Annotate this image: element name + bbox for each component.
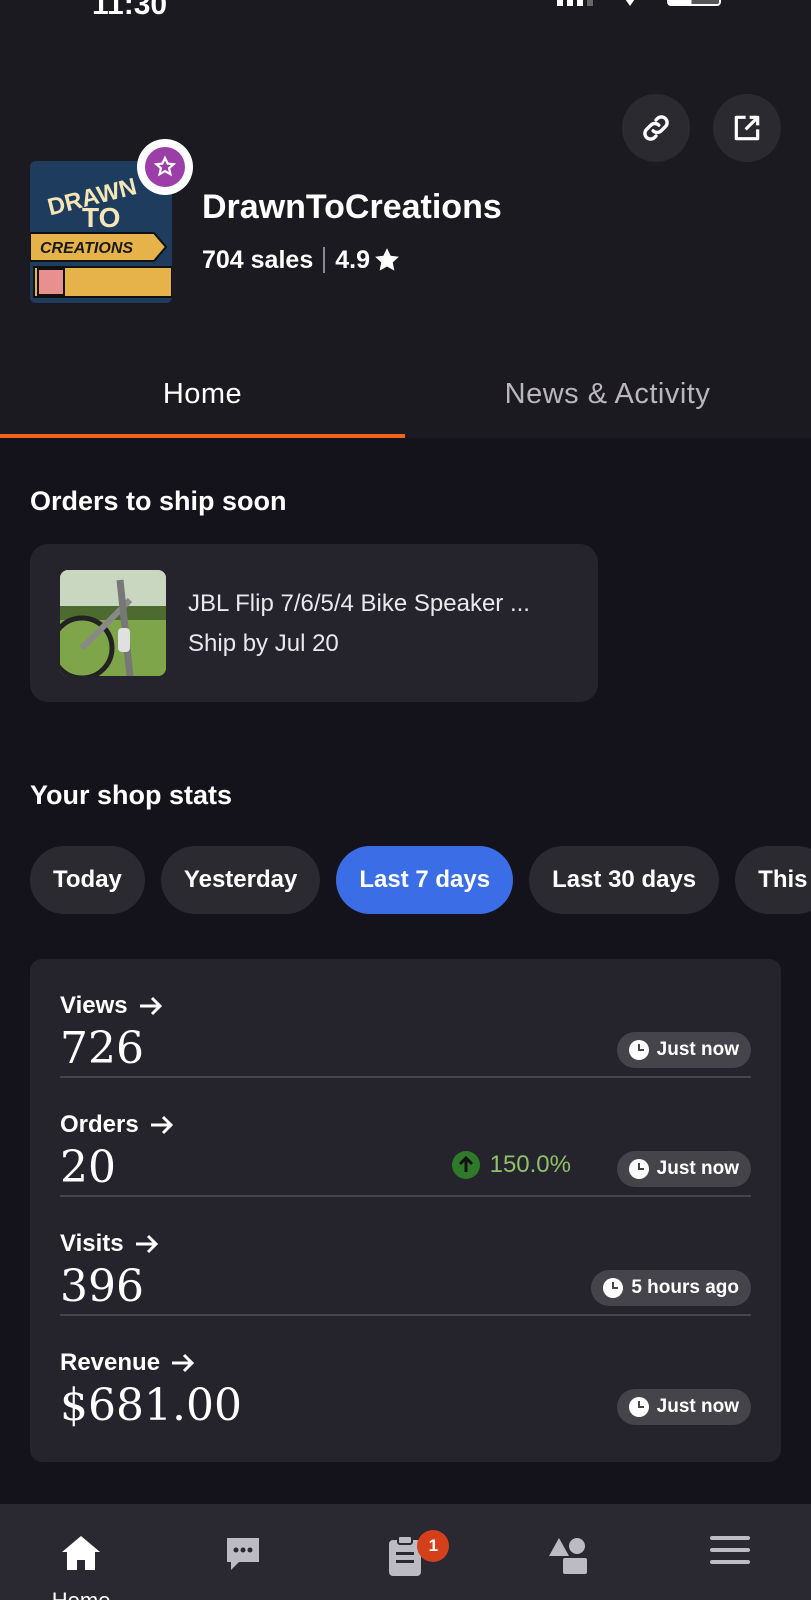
nav-listings[interactable] [487, 1504, 649, 1600]
chip-this[interactable]: This [735, 846, 811, 914]
arrow-right-icon [172, 1353, 195, 1373]
arrow-right-icon [139, 996, 162, 1016]
open-external-button[interactable] [713, 94, 781, 162]
star-icon [375, 248, 399, 271]
sales-count: 704 sales [202, 245, 314, 274]
arrow-up-icon [451, 1151, 480, 1179]
bottom-nav: Home 1 [0, 1504, 811, 1600]
stat-label: Orders [60, 1111, 175, 1139]
updated-pill: Just now [616, 1032, 751, 1068]
stat-label: Visits [60, 1230, 160, 1258]
shop-tabs: Home News & Activity [0, 355, 811, 438]
nav-menu[interactable] [649, 1504, 811, 1600]
battery-icon [667, 0, 721, 6]
listings-icon [548, 1538, 587, 1574]
stat-value: $681.00 [60, 1380, 242, 1431]
chip-last-30-days[interactable]: Last 30 days [529, 846, 720, 914]
menu-icon [709, 1536, 750, 1564]
order-title: JBL Flip 7/6/5/4 Bike Speaker ... [188, 590, 530, 617]
svg-text:TO: TO [82, 202, 120, 233]
stat-row-visits[interactable]: Visits 396 5 hours ago [60, 1197, 751, 1316]
link-icon [643, 115, 669, 141]
arrow-right-icon [150, 1115, 173, 1135]
star-seller-icon [153, 155, 177, 177]
tab-home[interactable]: Home [0, 355, 405, 438]
stat-label: Revenue [60, 1349, 196, 1377]
status-time: 11:30 [92, 0, 168, 21]
messages-icon [227, 1538, 260, 1570]
order-card[interactable]: JBL Flip 7/6/5/4 Bike Speaker ... Ship b… [30, 544, 598, 702]
orders-badge: 1 [417, 1530, 450, 1562]
arrow-right-icon [135, 1234, 158, 1254]
nav-messages[interactable] [162, 1504, 324, 1600]
home-icon [62, 1536, 101, 1570]
growth-value: 150.0% [489, 1151, 571, 1178]
stats-section-title: Your shop stats [30, 780, 233, 810]
updated-pill: Just now [616, 1151, 751, 1187]
clock-icon [628, 1040, 649, 1060]
updated-pill: Just now [616, 1389, 751, 1425]
stat-row-views[interactable]: Views 726 Just now [60, 959, 751, 1078]
copy-link-button[interactable] [622, 94, 690, 162]
chip-today[interactable]: Today [30, 846, 145, 914]
chip-yesterday[interactable]: Yesterday [160, 846, 321, 914]
status-icons [557, 0, 721, 6]
stat-value: 726 [60, 1023, 144, 1074]
growth-indicator: 150.0% [451, 1151, 571, 1179]
clock-icon [603, 1278, 624, 1298]
date-range-chips: Today Yesterday Last 7 days Last 30 days… [30, 846, 811, 914]
order-ship-by: Ship by Jul 20 [188, 630, 339, 657]
shop-meta: 704 sales 4.9 [202, 245, 402, 275]
clock-icon [628, 1397, 649, 1417]
clock-icon [628, 1159, 649, 1179]
meta-divider [323, 247, 326, 273]
stat-value: 396 [60, 1261, 144, 1312]
updated-pill: 5 hours ago [591, 1270, 751, 1306]
nav-home[interactable]: Home [0, 1504, 162, 1600]
stat-row-orders[interactable]: Orders 20 150.0% Just now [60, 1078, 751, 1197]
shop-header: 11:30 DRAWN TO CREATIONS DrawnToCreation… [0, 0, 811, 438]
tab-news-activity[interactable]: News & Activity [405, 355, 810, 438]
shop-name[interactable]: DrawnToCreations [202, 188, 502, 227]
nav-label-home: Home [0, 1588, 162, 1600]
rating-value: 4.9 [335, 245, 370, 274]
star-seller-badge [137, 139, 193, 195]
stat-value: 20 [60, 1142, 116, 1193]
stat-label: Views [60, 992, 164, 1020]
nav-orders[interactable]: 1 [324, 1504, 486, 1600]
orders-section-title: Orders to ship soon [30, 486, 287, 516]
stats-card: Views 726 Just now Orders 20 150.0% Just… [30, 959, 781, 1462]
order-thumbnail [60, 570, 166, 676]
external-link-icon [734, 115, 760, 141]
status-bar: 11:30 [0, 0, 811, 21]
svg-text:CREATIONS: CREATIONS [40, 240, 133, 257]
stat-row-revenue[interactable]: Revenue $681.00 Just now [60, 1316, 751, 1435]
chip-last-7-days[interactable]: Last 7 days [336, 846, 514, 914]
wifi-icon [625, 0, 635, 6]
signal-icon [557, 0, 593, 6]
